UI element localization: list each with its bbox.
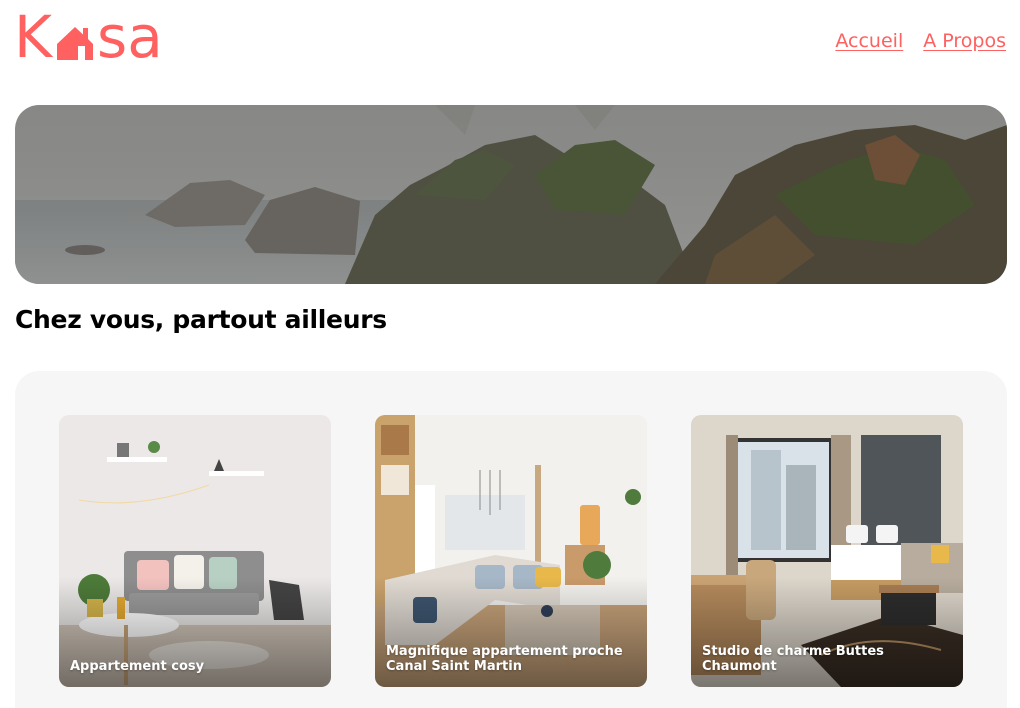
listing-title: Magnifique appartement proche Canal Sain… bbox=[386, 644, 623, 674]
house-icon bbox=[55, 14, 95, 66]
nav-link-a-propos[interactable]: A Propos bbox=[923, 30, 1006, 52]
listing-card[interactable]: Magnifique appartement proche Canal Sain… bbox=[375, 415, 647, 687]
listing-card[interactable]: Appartement cosy bbox=[59, 415, 331, 687]
listing-card[interactable]: Studio de charme Buttes Chaumont bbox=[691, 415, 963, 687]
listing-title: Studio de charme Buttes Chaumont bbox=[702, 644, 884, 674]
hero-banner bbox=[15, 105, 1007, 284]
logo-letters-sa: sa bbox=[97, 3, 163, 71]
nav-link-accueil[interactable]: Accueil bbox=[835, 30, 903, 52]
logo-letter-k: K bbox=[14, 3, 53, 71]
page-tagline: Chez vous, partout ailleurs bbox=[15, 305, 387, 334]
main-nav: Accueil A Propos bbox=[835, 30, 1006, 52]
kasa-logo[interactable]: K sa bbox=[14, 6, 163, 66]
listings-gallery: Appartement cosy Magnifique appartement … bbox=[15, 371, 1007, 708]
coastline-image bbox=[15, 105, 1007, 284]
listing-title: Appartement cosy bbox=[70, 659, 205, 674]
header: K sa Accueil A Propos bbox=[0, 0, 1020, 80]
